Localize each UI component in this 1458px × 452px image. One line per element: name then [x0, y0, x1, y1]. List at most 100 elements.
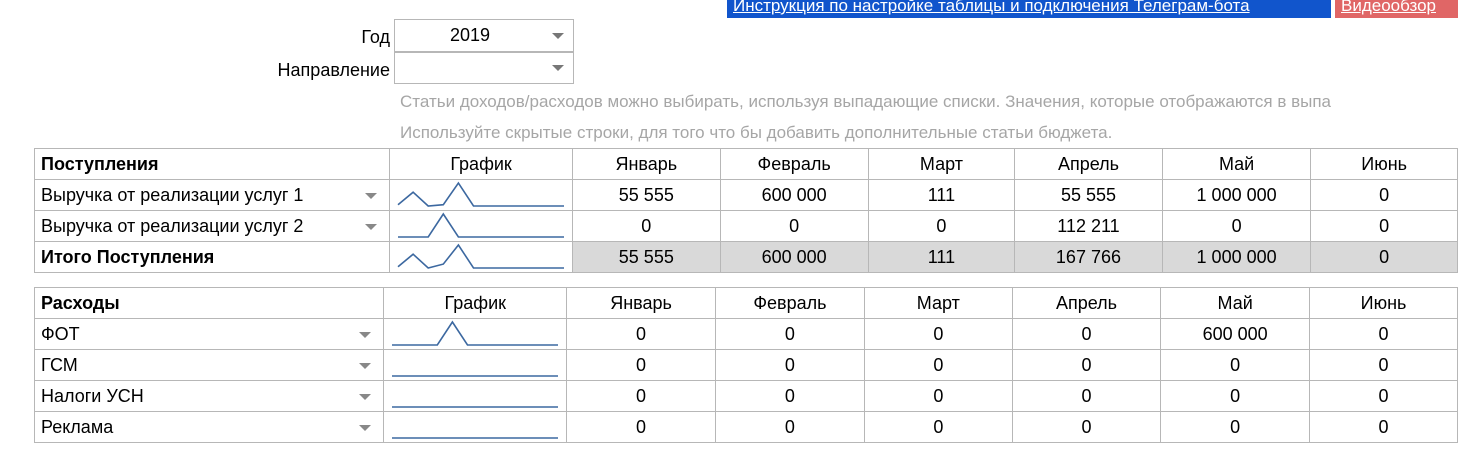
value-may[interactable]: 0: [1161, 210, 1312, 242]
value-march[interactable]: 111: [867, 179, 1016, 211]
value-june[interactable]: 0: [1309, 411, 1458, 443]
row-label: ГСМ: [41, 354, 78, 375]
expenses-header-row: Расходы График Январь Февраль Март Апрел…: [33, 287, 1458, 319]
col-header-february: Февраль: [719, 148, 869, 180]
telegram-guide-button[interactable]: Инструкция по настройке таблицы и подклю…: [727, 0, 1331, 18]
value-june[interactable]: 0: [1309, 349, 1458, 381]
value-january[interactable]: 0: [572, 210, 721, 242]
value-june[interactable]: 0: [1309, 318, 1458, 350]
sparkline-cell: [383, 349, 568, 381]
col-header-april: Апрель: [1011, 287, 1162, 319]
value-february[interactable]: 0: [714, 349, 865, 381]
total-january: 55 555: [572, 241, 721, 273]
value-april[interactable]: 0: [1011, 411, 1162, 443]
value-june[interactable]: 0: [1310, 210, 1458, 242]
col-header-june: Июнь: [1310, 148, 1458, 180]
dropdown-arrow-icon[interactable]: [359, 332, 372, 338]
col-header-march: Март: [867, 148, 1016, 180]
row-label: Реклама: [41, 416, 114, 437]
total-june: 0: [1310, 241, 1458, 273]
value-april[interactable]: 112 211: [1014, 210, 1163, 242]
value-february[interactable]: 600 000: [719, 179, 869, 211]
income-item-select[interactable]: Выручка от реализации услуг 1: [33, 179, 391, 211]
income-item-select[interactable]: Выручка от реализации услуг 2: [33, 210, 391, 242]
sparkline-cell: [383, 380, 568, 412]
video-review-button[interactable]: Видеообзор: [1335, 0, 1458, 18]
year-select[interactable]: 2019: [394, 19, 574, 52]
value-march[interactable]: 0: [867, 210, 1016, 242]
col-header-april: Апрель: [1014, 148, 1163, 180]
sparkline-line: [397, 243, 565, 269]
note-line-1: Статьи доходов/расходов можно выбирать, …: [400, 92, 1331, 111]
value-march[interactable]: 0: [863, 349, 1013, 381]
value-february[interactable]: 0: [719, 210, 869, 242]
value-february[interactable]: 0: [714, 318, 865, 350]
year-value: 2019: [449, 25, 491, 45]
sparkline: [398, 212, 565, 238]
sparkline-cell: [389, 179, 574, 211]
total-may: 1 000 000: [1161, 241, 1312, 273]
table-row: Выручка от реализации услуг 2 0 0 0 112 …: [33, 210, 1458, 242]
value-june[interactable]: 0: [1310, 179, 1458, 211]
dropdown-arrow-icon[interactable]: [365, 193, 378, 199]
expense-item-select[interactable]: ФОТ: [33, 318, 385, 350]
sparkline-cell: [383, 411, 568, 443]
sparkline: [397, 181, 565, 207]
dropdown-arrow-icon[interactable]: [365, 224, 378, 230]
value-may[interactable]: 0: [1160, 349, 1311, 381]
value-february[interactable]: 0: [714, 411, 865, 443]
expense-item-select[interactable]: Реклама: [33, 411, 385, 443]
value-may[interactable]: 600 000: [1160, 318, 1311, 350]
value-january[interactable]: 0: [566, 380, 716, 412]
dropdown-arrow-icon[interactable]: [359, 394, 372, 400]
expense-item-select[interactable]: Налоги УСН: [33, 380, 385, 412]
sparkline: [392, 375, 559, 377]
income-header-row: Поступления График Январь Февраль Март А…: [33, 148, 1458, 180]
dropdown-arrow-icon[interactable]: [359, 425, 372, 431]
value-april[interactable]: 0: [1011, 349, 1162, 381]
year-label: Год: [361, 27, 390, 47]
value-january[interactable]: 0: [566, 411, 716, 443]
value-february[interactable]: 0: [714, 380, 865, 412]
sparkline: [392, 320, 559, 346]
table-row: ГСМ 0 0 0 0 0 0: [33, 349, 1458, 381]
value-january[interactable]: 0: [566, 349, 716, 381]
value-april[interactable]: 0: [1011, 380, 1162, 412]
value-may[interactable]: 0: [1160, 380, 1311, 412]
sparkline: [392, 437, 559, 439]
dropdown-arrow-icon[interactable]: [359, 363, 372, 369]
table-row: Налоги УСН 0 0 0 0 0 0: [33, 380, 1458, 412]
expense-item-select[interactable]: ГСМ: [33, 349, 385, 381]
value-march[interactable]: 0: [863, 318, 1013, 350]
value-march[interactable]: 0: [863, 411, 1013, 443]
direction-label: Направление: [277, 60, 390, 80]
income-total-row: Итого Поступления 55 555 600 000 111 167…: [33, 241, 1458, 273]
col-header-june: Июнь: [1309, 287, 1458, 319]
expenses-section-title: Расходы: [33, 287, 385, 319]
total-february: 600 000: [719, 241, 869, 273]
col-header-march: Март: [863, 287, 1013, 319]
sparkline-line: [392, 320, 559, 346]
value-may[interactable]: 1 000 000: [1161, 179, 1312, 211]
col-header-chart: График: [383, 287, 568, 319]
value-may[interactable]: 0: [1160, 411, 1311, 443]
direction-select[interactable]: [394, 52, 574, 84]
value-march[interactable]: 0: [863, 380, 1013, 412]
col-header-may: Май: [1161, 148, 1312, 180]
chevron-down-icon: [552, 65, 564, 71]
total-april: 167 766: [1014, 241, 1163, 273]
value-january[interactable]: 0: [566, 318, 716, 350]
income-section-title: Поступления: [33, 148, 391, 180]
col-header-january: Январь: [566, 287, 716, 319]
sparkline-cell: [389, 210, 574, 242]
income-total-label: Итого Поступления: [33, 241, 391, 273]
value-april[interactable]: 0: [1011, 318, 1162, 350]
sparkline-cell: [383, 318, 568, 350]
value-january[interactable]: 55 555: [572, 179, 721, 211]
col-header-may: Май: [1160, 287, 1311, 319]
value-june[interactable]: 0: [1309, 380, 1458, 412]
chevron-down-icon: [552, 33, 564, 39]
value-april[interactable]: 55 555: [1014, 179, 1163, 211]
row-label: Выручка от реализации услуг 2: [41, 215, 304, 236]
sparkline-line: [397, 181, 565, 207]
